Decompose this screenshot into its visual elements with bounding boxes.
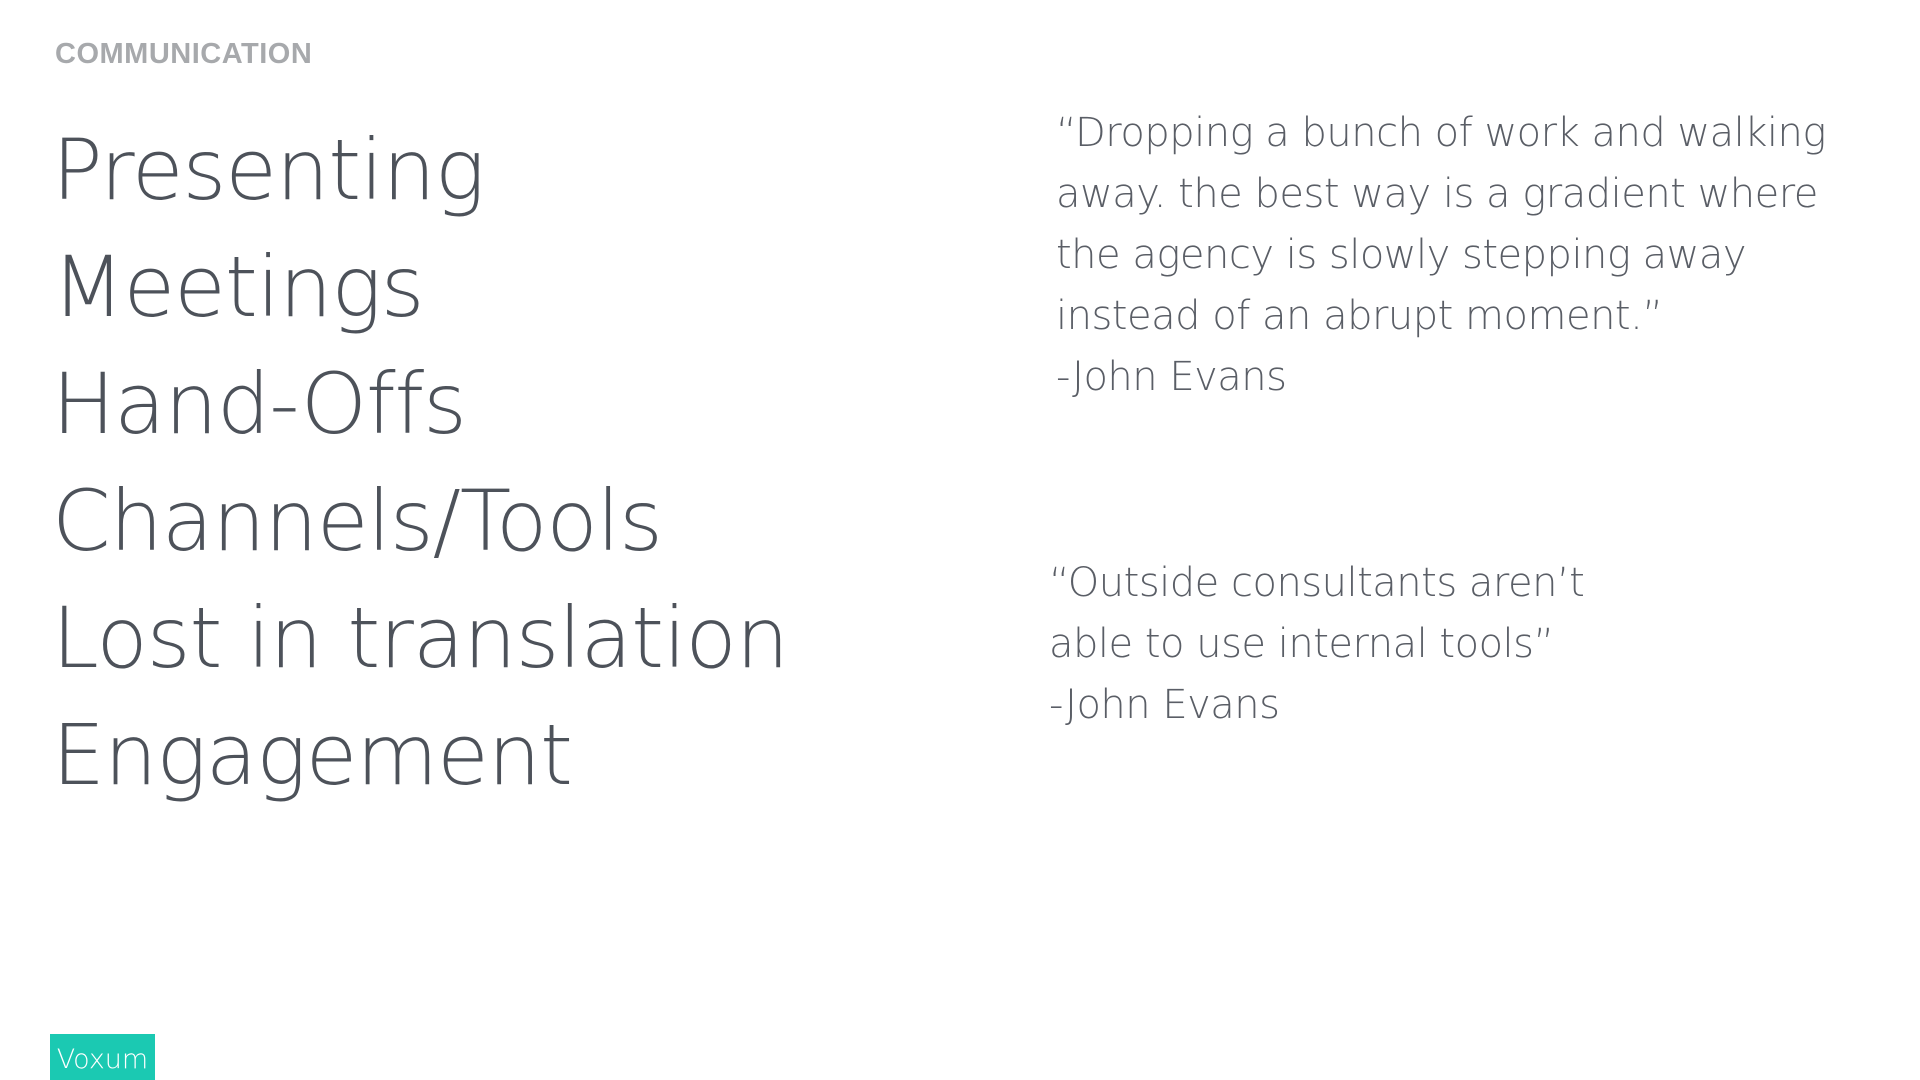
topic-item: Channels/Tools [52, 472, 663, 570]
slide: COMMUNICATION Presenting Meetings Hand-O… [0, 0, 1920, 1080]
topic-item: Lost in translation [52, 589, 789, 687]
quote-attribution: -John Evans [1049, 682, 1280, 728]
quote-block: “Outside consultants aren’t able to use … [1049, 553, 1585, 736]
quote-line: instead of an abrupt moment.” [1056, 293, 1663, 339]
section-label: COMMUNICATION [55, 38, 313, 70]
quote-line: the agency is slowly stepping away [1056, 232, 1747, 278]
topic-item: Meetings [52, 238, 425, 336]
topic-item: Hand-Offs [52, 355, 467, 453]
topic-item: Presenting [52, 121, 485, 219]
topic-list: Presenting Meetings Hand-Offs Channels/T… [52, 112, 789, 814]
brand-logo: Voxum [50, 1034, 155, 1080]
quote-line: “Dropping a bunch of work and walking [1056, 110, 1826, 156]
quote-line: away. the best way is a gradient where [1056, 171, 1818, 217]
quote-line: “Outside consultants aren’t [1049, 560, 1585, 606]
quote-block: “Dropping a bunch of work and walking aw… [1056, 103, 1826, 408]
quote-line: able to use internal tools” [1049, 621, 1554, 667]
topic-item: Engagement [52, 706, 573, 804]
quote-attribution: -John Evans [1056, 354, 1287, 400]
